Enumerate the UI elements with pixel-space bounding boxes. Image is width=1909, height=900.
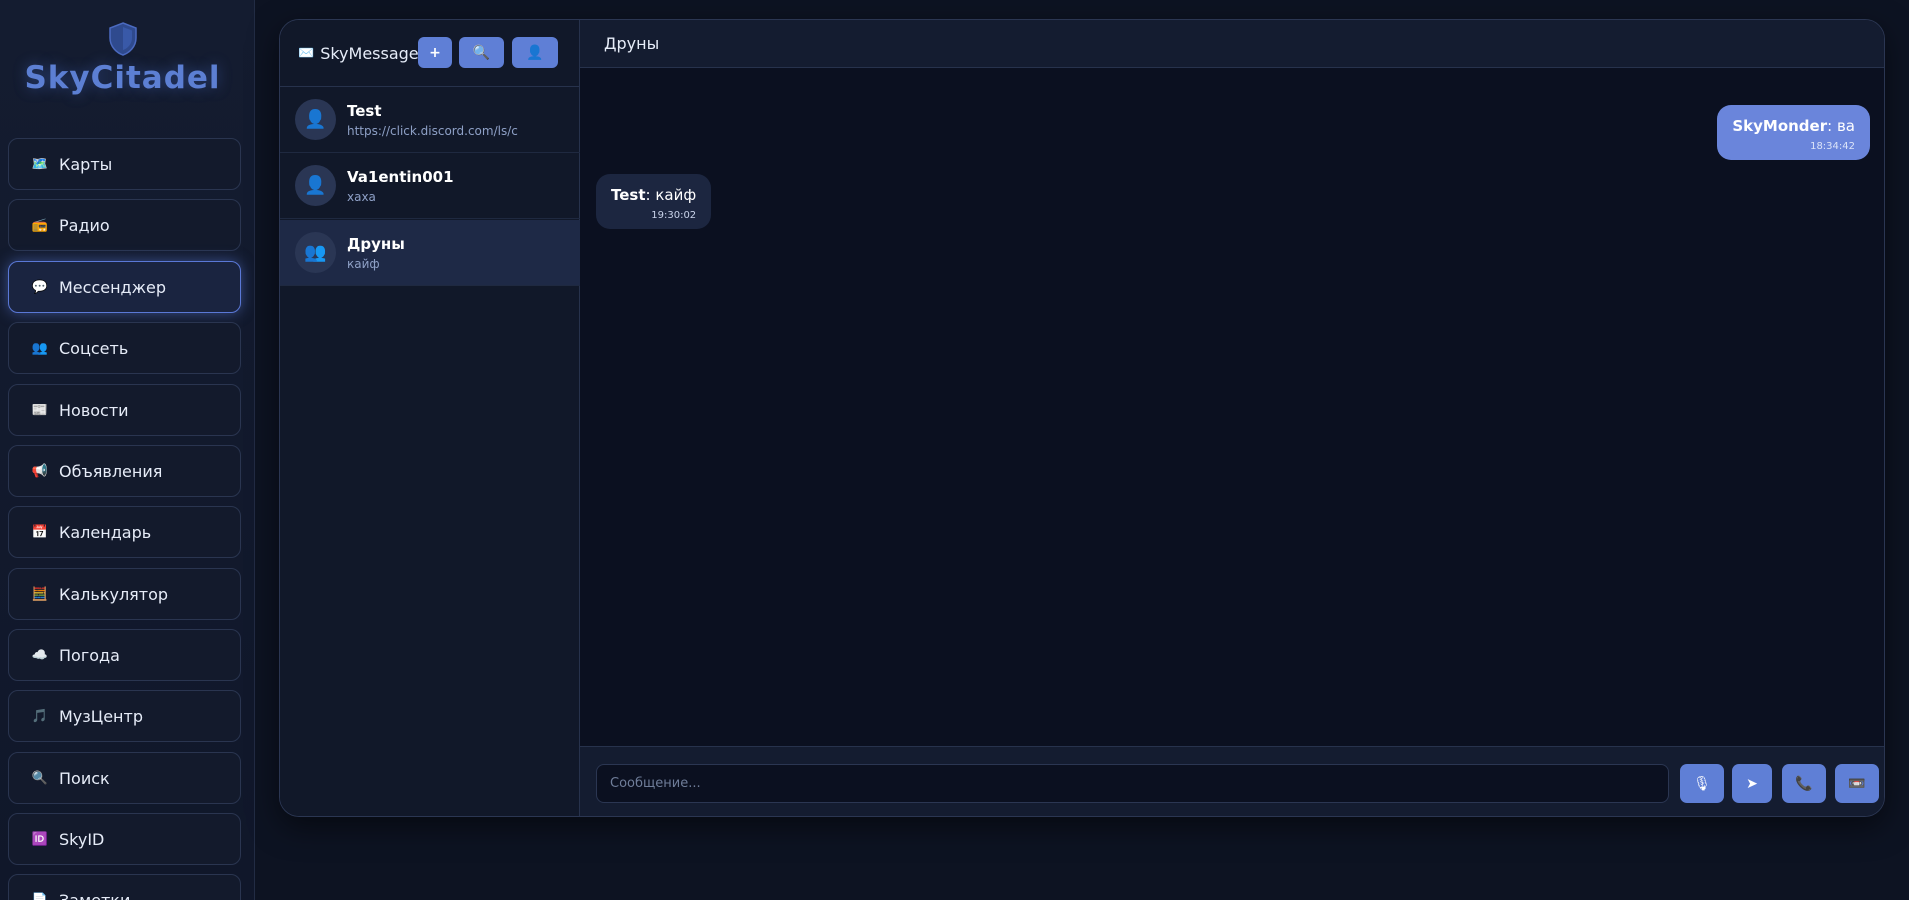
shield-icon [109,22,137,56]
voice-message-button[interactable]: 🎙 [1680,764,1724,803]
cloud-icon: ☁️ [31,647,49,663]
avatar: 👤 [295,165,336,206]
sidebar-item-label: Калькулятор [59,584,169,604]
group-avatar: 👥 [295,232,336,273]
message-list: SkyMonder: ва 18:34:42 Test: кайф 19:30:… [580,68,1884,746]
brand-title: SkyCitadel [24,60,221,96]
message-sender: SkyMonder [1732,117,1828,135]
app-root: SkyCitadel 🗺️ Карты 📻 Радио 💬 Мессенджер… [0,0,1909,900]
music-icon: 🎵 [31,708,49,724]
chat-name: Test [347,102,382,120]
message-text: кайф [655,186,697,204]
chat-name: Друны [347,235,405,253]
message-separator: : [1827,117,1837,135]
message-sender: Test [611,186,646,204]
speech-bubble-icon: 💬 [31,279,49,295]
chat-name: Va1entin001 [347,168,454,186]
sidebar-item-label: Карты [59,154,113,174]
megaphone-icon: 📢 [31,463,49,479]
chat-preview: кайф [347,257,380,271]
chat-pane: Друны SkyMonder: ва 18:34:42 Test: кайф … [580,20,1884,816]
message-bubble-outgoing: SkyMonder: ва 18:34:42 [1717,105,1870,160]
brand: SkyCitadel [0,0,254,120]
sidebar-item-ads[interactable]: 📢 Объявления [8,445,241,497]
search-icon: 🔍 [31,770,49,786]
document-icon: 📄 [31,892,49,900]
avatar: 👤 [295,99,336,140]
calendar-icon: 📅 [31,524,49,540]
microphone-icon: 🎙 [1693,775,1711,792]
sidebar: SkyCitadel 🗺️ Карты 📻 Радио 💬 Мессенджер… [0,0,255,900]
profile-button[interactable]: 👤 [512,37,558,68]
message-text: ва [1836,117,1855,135]
sidebar-item-social[interactable]: 👥 Соцсеть [8,322,241,374]
abacus-icon: 🧮 [31,586,49,602]
sidebar-item-skyid[interactable]: 🆔 SkyID [8,813,241,865]
envelope-icon: ✉️ [298,45,315,61]
sidebar-item-label: Объявления [59,461,163,481]
search-icon: 🔍 [472,44,491,61]
video-icon: 📼 [1848,775,1866,792]
id-icon: 🆔 [31,831,49,847]
sidebar-item-label: Поиск [59,768,110,788]
chat-preview: https://click.discord.com/ls/c [347,124,518,138]
sidebar-item-label: Календарь [59,522,152,542]
sidebar-item-music[interactable]: 🎵 МузЦентр [8,690,241,742]
message-separator: : [645,186,656,204]
sidebar-item-radio[interactable]: 📻 Радио [8,199,241,251]
sidebar-item-messenger[interactable]: 💬 Мессенджер [8,261,241,313]
search-chats-button[interactable]: 🔍 [459,37,504,68]
sidebar-item-calendar[interactable]: 📅 Календарь [8,506,241,558]
sidebar-item-label: Новости [59,400,129,420]
sidebar-item-notes[interactable]: 📄 Заметки [8,874,241,900]
chat-list-panel: ✉️ SkyMessage + 🔍 👤 👤 Test https://click… [280,20,580,816]
call-button[interactable]: 📞 [1782,764,1826,803]
messenger-title: ✉️ SkyMessage [298,44,419,63]
message-composer: 🎙 ➤ 📞 📼 [580,746,1884,816]
radio-icon: 📻 [31,217,49,233]
sidebar-item-news[interactable]: 📰 Новости [8,384,241,436]
map-icon: 🗺️ [31,156,49,172]
sidebar-item-label: Мессенджер [59,277,167,297]
new-chat-button[interactable]: + [418,37,452,68]
send-icon: ➤ [1746,775,1758,792]
sidebar-item-label: Заметки [59,890,131,900]
sidebar-item-search[interactable]: 🔍 Поиск [8,752,241,804]
chat-list-item[interactable]: 👤 Test https://click.discord.com/ls/c [280,87,580,153]
newspaper-icon: 📰 [31,402,49,418]
message-input[interactable] [596,764,1669,803]
phone-icon: 📞 [1795,775,1813,792]
message-time: 19:30:02 [651,210,697,221]
sidebar-item-label: МузЦентр [59,706,143,726]
sidebar-item-label: Радио [59,215,110,235]
messenger-window: ✉️ SkyMessage + 🔍 👤 👤 Test https://click… [279,19,1885,817]
chat-header: Друны [580,20,1884,68]
sidebar-item-label: Соцсеть [59,338,129,358]
sidebar-item-weather[interactable]: ☁️ Погода [8,629,241,681]
chat-title: Друны [604,34,660,53]
send-button[interactable]: ➤ [1732,764,1772,803]
sidebar-item-maps[interactable]: 🗺️ Карты [8,138,241,190]
message-time: 18:34:42 [1810,141,1855,152]
sidebar-item-calculator[interactable]: 🧮 Калькулятор [8,568,241,620]
messenger-app-name: SkyMessage [320,43,419,63]
sidebar-item-label: SkyID [59,829,105,849]
chat-preview: хаха [347,190,376,204]
chat-list-header: ✉️ SkyMessage + 🔍 👤 [280,20,580,87]
video-call-button[interactable]: 📼 [1835,764,1879,803]
user-icon: 👤 [526,44,544,61]
chat-list-item[interactable]: 👤 Va1entin001 хаха [280,153,580,219]
sidebar-item-label: Погода [59,645,120,665]
chat-list-item-active[interactable]: 👥 Друны кайф [280,220,580,286]
people-icon: 👥 [31,340,49,356]
message-bubble-incoming: Test: кайф 19:30:02 [596,174,712,229]
